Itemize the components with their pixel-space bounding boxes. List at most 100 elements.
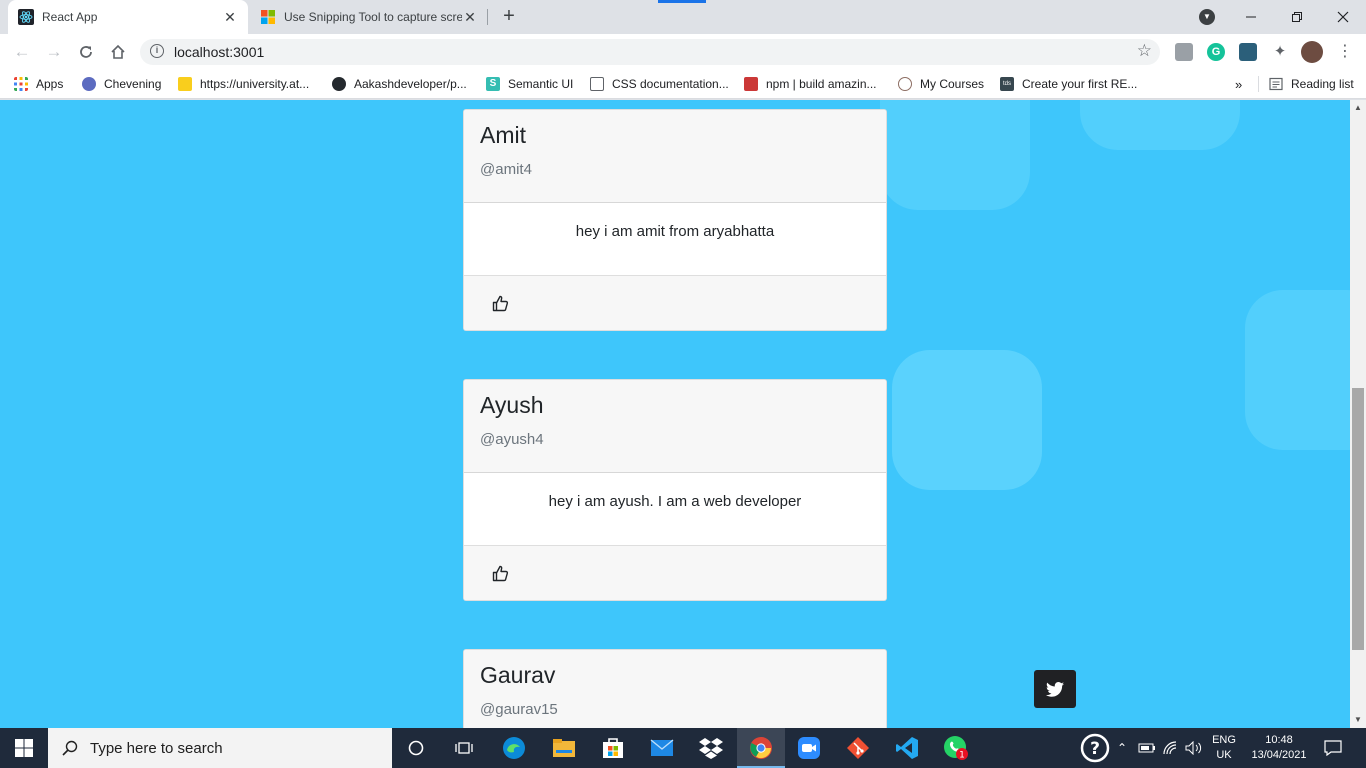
tab-search-icon[interactable]: ▼ <box>1199 9 1215 25</box>
bookmark-star-icon[interactable]: ☆ <box>1137 41 1152 61</box>
language-code: ENG <box>1212 734 1236 746</box>
tab-title: Use Snipping Tool to capture scre <box>284 10 462 24</box>
chevening-icon <box>82 77 96 91</box>
bookmark-label: Aakashdeveloper/p... <box>354 77 467 91</box>
tweet-card: Amit @amit4 hey i am amit from aryabhatt… <box>463 109 887 331</box>
extension-icon[interactable] <box>1175 43 1193 61</box>
bookmark-github[interactable]: Aakashdeveloper/p... <box>332 76 467 92</box>
forward-icon[interactable]: → <box>42 40 66 64</box>
card-footer <box>464 276 886 330</box>
scroll-down-arrow-icon[interactable]: ▼ <box>1350 712 1366 728</box>
input-language-indicator[interactable]: ENG UK <box>1207 733 1241 763</box>
scrollbar-thumb[interactable] <box>1352 388 1364 650</box>
extensions-puzzle-icon[interactable]: ✦ <box>1271 43 1289 61</box>
restore-button[interactable] <box>1274 0 1320 34</box>
tab-separator <box>487 9 488 25</box>
mail-icon[interactable] <box>648 734 676 762</box>
help-icon[interactable]: ? <box>1080 733 1110 763</box>
microsoft-store-icon[interactable] <box>599 734 627 762</box>
bookmark-create-react[interactable]: tds Create your first RE... <box>1000 76 1137 92</box>
card-username: Amit <box>480 122 526 148</box>
tab-snipping-tool[interactable]: Use Snipping Tool to capture scre ✕ <box>250 0 488 34</box>
tweet-card: Gaurav @gaurav15 <box>463 649 887 728</box>
browser-toolbar: ← → i localhost:3001 ☆ G ✦ ⋮ <box>0 34 1366 70</box>
card-handle: @amit4 <box>480 161 532 178</box>
tab-title: React App <box>42 10 98 24</box>
card-message: hey i am ayush. I am a web developer <box>464 473 886 546</box>
reading-list-button[interactable]: Reading list <box>1258 76 1354 92</box>
clock-date: 13/04/2021 <box>1251 749 1307 761</box>
card-username: Ayush <box>480 392 544 418</box>
reload-icon[interactable] <box>74 40 98 64</box>
task-view-icon[interactable] <box>450 734 478 762</box>
wifi-icon[interactable] <box>1161 734 1181 762</box>
volume-icon[interactable] <box>1183 734 1205 762</box>
tweet-card: Ayush @ayush4 hey i am ayush. I am a web… <box>463 379 887 601</box>
bookmark-css-docs[interactable]: CSS documentation... <box>590 76 729 92</box>
search-icon <box>62 740 78 756</box>
site-info-icon[interactable]: i <box>150 44 164 58</box>
chrome-icon[interactable] <box>747 734 775 762</box>
like-button[interactable] <box>480 286 520 320</box>
taskbar-search-box[interactable]: Type here to search <box>48 728 392 768</box>
page-scrollbar[interactable]: ▲ ▼ <box>1350 100 1366 728</box>
address-bar[interactable]: i localhost:3001 ☆ <box>140 39 1160 65</box>
bookmark-label: npm | build amazin... <box>766 77 877 91</box>
minimize-icon <box>1246 16 1256 18</box>
show-hidden-icons-chevron-icon[interactable]: ⌃ <box>1112 734 1132 762</box>
grammarly-icon[interactable]: G <box>1207 43 1225 61</box>
microsoft-icon <box>261 10 275 24</box>
edge-icon[interactable] <box>500 734 528 762</box>
minimize-button[interactable] <box>1228 0 1274 34</box>
home-icon[interactable] <box>106 40 130 64</box>
card-header: Amit @amit4 <box>464 110 886 203</box>
start-button[interactable] <box>0 728 48 768</box>
bookmark-npm[interactable]: npm | build amazin... <box>744 76 877 92</box>
file-explorer-icon[interactable] <box>550 734 578 762</box>
twitter-button[interactable] <box>1034 670 1076 708</box>
bookmark-label: Chevening <box>104 77 162 91</box>
close-window-button[interactable] <box>1320 0 1366 34</box>
windows-logo-icon <box>15 739 33 757</box>
menu-kebab-icon[interactable]: ⋮ <box>1336 43 1354 61</box>
cortana-icon[interactable] <box>402 734 430 762</box>
dropbox-icon[interactable] <box>697 734 725 762</box>
reading-list-icon <box>1269 77 1283 91</box>
page-content: Amit @amit4 hey i am amit from aryabhatt… <box>0 100 1350 728</box>
svg-text:?: ? <box>1090 739 1100 759</box>
scroll-up-arrow-icon[interactable]: ▲ <box>1350 100 1366 116</box>
bookmarks-overflow-button[interactable]: » <box>1235 76 1242 92</box>
bookmark-label: CSS documentation... <box>612 77 729 91</box>
bookmark-label: Create your first RE... <box>1022 77 1138 91</box>
avatar[interactable] <box>1301 41 1323 63</box>
notifications-icon[interactable] <box>1320 734 1346 762</box>
new-tab-button[interactable]: + <box>498 6 520 28</box>
whatsapp-icon[interactable]: 1 <box>942 734 970 762</box>
vscode-icon[interactable] <box>893 734 921 762</box>
search-placeholder: Type here to search <box>90 739 223 757</box>
browser-tab-strip: React App ✕ Use Snipping Tool to capture… <box>0 0 1366 34</box>
bookmark-semantic-ui[interactable]: S Semantic UI <box>486 76 573 92</box>
region-code: UK <box>1216 749 1232 761</box>
git-icon[interactable] <box>844 734 872 762</box>
extension-icon[interactable] <box>1239 43 1257 61</box>
card-message: hey i am amit from aryabhatta <box>464 203 886 276</box>
zoom-icon[interactable] <box>795 734 823 762</box>
bookmark-chevening[interactable]: Chevening <box>82 76 161 92</box>
like-button[interactable] <box>480 556 520 590</box>
close-tab-icon[interactable]: ✕ <box>462 9 478 25</box>
bookmark-my-courses[interactable]: My Courses <box>898 76 984 92</box>
close-tab-icon[interactable]: ✕ <box>222 9 238 25</box>
restore-icon <box>1292 12 1302 22</box>
address-url[interactable]: localhost:3001 <box>174 44 264 60</box>
windows-taskbar: Type here to search 1 ? ⌃ ENG UK 10:48 1… <box>0 728 1366 768</box>
battery-icon[interactable] <box>1137 734 1157 762</box>
back-icon[interactable]: ← <box>10 40 34 64</box>
bookmark-apps[interactable]: Apps <box>14 76 63 92</box>
bookmark-label: Semantic UI <box>508 77 574 91</box>
bookmark-university[interactable]: https://university.at... <box>178 76 309 92</box>
tab-react-app[interactable]: React App ✕ <box>8 0 248 34</box>
card-footer <box>464 546 886 600</box>
close-icon <box>1337 11 1349 23</box>
clock[interactable]: 10:48 13/04/2021 <box>1244 733 1314 763</box>
